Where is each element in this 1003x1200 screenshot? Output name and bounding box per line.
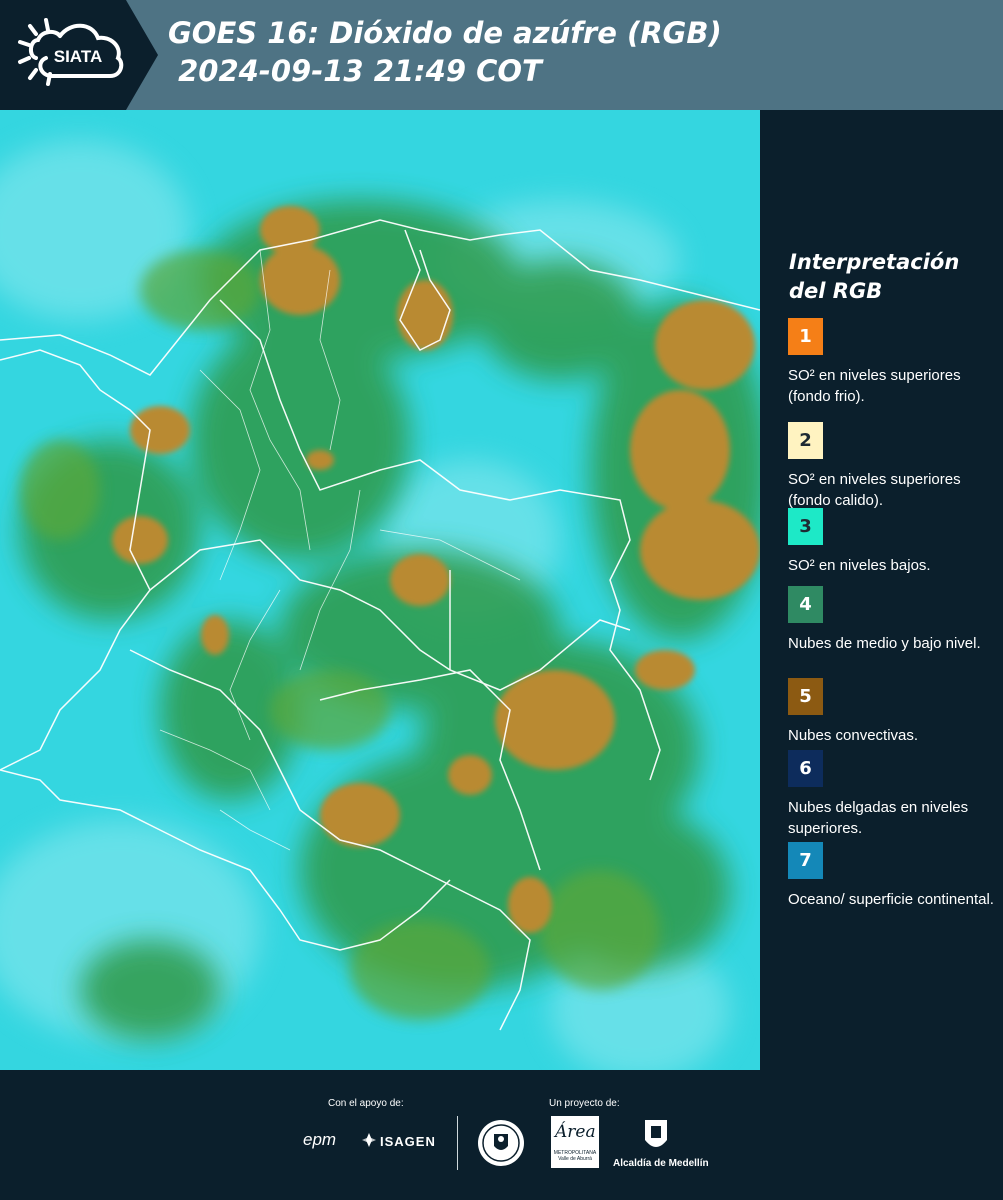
footer-divider: [457, 1116, 458, 1170]
area-logo-text: Área: [555, 1122, 596, 1142]
legend-label: SO² en niveles superiores (fondo frio).: [788, 367, 961, 405]
legend-swatch: 2: [788, 422, 823, 459]
legend-label: Nubes de medio y bajo nivel.: [788, 635, 981, 652]
legend-swatch: 3: [788, 508, 823, 545]
legend-label: Oceano/ superficie continental.: [788, 891, 994, 908]
siata-logo: SIATA: [0, 0, 158, 110]
alcaldia-label: Alcaldía de Medellín: [613, 1158, 709, 1169]
footer: Con el apoyo de: Un proyecto de: epm ISA…: [0, 1070, 1003, 1200]
legend-item-2: 2 SO² en niveles superiores (fondo calido…: [788, 422, 998, 511]
page-title: GOES 16: Dióxido de azúfre (RGB) 2024-09…: [168, 14, 722, 90]
legend-swatch: 6: [788, 750, 823, 787]
legend-panel: Interpretación del RGB 1 SO² en niveles s…: [760, 110, 1003, 1070]
legend-label: Nubes convectivas.: [788, 727, 919, 744]
alcaldia-shield-icon: [643, 1118, 669, 1159]
project-label: Un proyecto de:: [549, 1098, 620, 1109]
legend-label: Nubes delgadas en niveles superiores.: [788, 799, 969, 837]
legend-item-3: 3 SO² en niveles bajos.: [788, 508, 998, 576]
legend-label: SO² en niveles bajos.: [788, 557, 931, 574]
title-line-1: GOES 16: Dióxido de azúfre (RGB): [168, 16, 722, 50]
legend-item-1: 1 SO² en niveles superiores (fondo frio).: [788, 318, 998, 407]
legend-swatch: 4: [788, 586, 823, 623]
legend-item-7: 7 Oceano/ superficie continental.: [788, 842, 998, 910]
area-logo-subtext: METROPOLITANA Valle de Aburrá: [553, 1150, 597, 1162]
legend-label: SO² en niveles superiores (fondo calido)…: [788, 471, 961, 509]
legend-title: Interpretación del RGB: [789, 250, 960, 303]
isagen-icon: [361, 1132, 377, 1153]
medellin-seal-icon: [476, 1118, 526, 1173]
legend-swatch: 7: [788, 842, 823, 879]
legend-item-6: 6 Nubes delgadas en niveles superiores.: [788, 750, 998, 839]
epm-logo: epm: [303, 1130, 337, 1149]
legend-item-4: 4 Nubes de medio y bajo nivel.: [788, 586, 998, 654]
legend-item-5: 5 Nubes convectivas.: [788, 678, 998, 746]
satellite-map: [0, 110, 760, 1070]
isagen-logo: ISAGEN: [380, 1134, 436, 1149]
support-label: Con el apoyo de:: [328, 1098, 404, 1109]
area-metropolitana-logo: Área METROPOLITANA Valle de Aburrá: [551, 1116, 599, 1168]
title-line-2: 2024-09-13 21:49 COT: [168, 54, 542, 88]
legend-swatch: 1: [788, 318, 823, 355]
header-bar: SIATA GOES 16: Dióxido de azúfre (RGB) 2…: [0, 0, 1003, 110]
legend-swatch: 5: [788, 678, 823, 715]
logo-text: SIATA: [54, 47, 102, 66]
